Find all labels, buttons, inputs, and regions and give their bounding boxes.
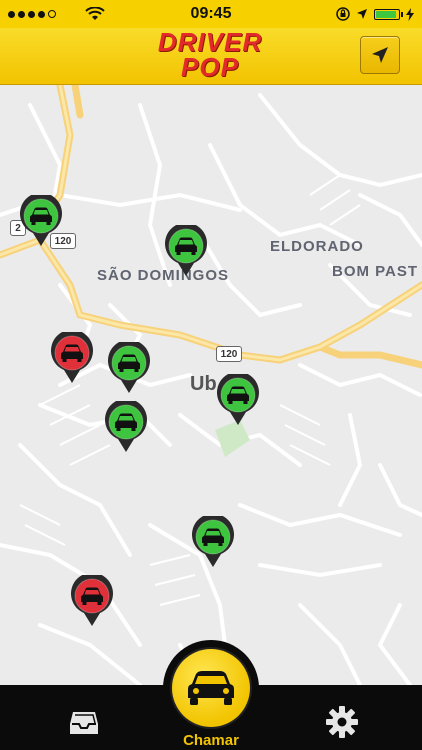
location-services-icon (357, 9, 367, 19)
map-view[interactable]: ELDORADO SÃO DOMINGOS BOM PAST Ub 120 12… (0, 85, 422, 685)
car-marker-icon (20, 192, 62, 246)
tab-inbox[interactable] (62, 705, 106, 741)
driver-pin-available[interactable] (107, 339, 151, 394)
car-marker-icon (51, 329, 93, 383)
car-marker-icon (71, 572, 113, 626)
inbox-icon (70, 712, 98, 734)
map-label-bom-pastor: BOM PAST (332, 263, 419, 280)
car-marker-icon (105, 398, 147, 452)
car-icon (188, 671, 234, 705)
driver-pin-available[interactable] (104, 398, 148, 453)
call-driver-button[interactable] (163, 640, 259, 736)
driver-pin-available[interactable] (191, 513, 235, 568)
gear-icon (326, 706, 358, 738)
car-marker-icon (217, 371, 259, 425)
charging-icon (406, 7, 414, 21)
driver-pin-busy[interactable] (70, 572, 114, 627)
road-shield: 120 (216, 346, 242, 362)
driver-pop-logo: DRIVER POP (157, 27, 263, 82)
status-bar: 09:45 (0, 0, 422, 28)
call-button-face[interactable] (172, 649, 250, 727)
map-label-eldorado: ELDORADO (270, 238, 364, 255)
call-button-label: Chamar (183, 732, 239, 749)
car-marker-icon (165, 222, 207, 276)
driver-pin-available[interactable] (164, 222, 208, 277)
map-label-sao-domingos: SÃO DOMINGOS (97, 267, 230, 284)
car-marker-icon (192, 513, 234, 567)
locate-me-button[interactable] (360, 36, 400, 74)
orientation-lock-icon (336, 7, 350, 21)
status-time: 09:45 (190, 5, 232, 22)
driver-pin-available[interactable] (19, 192, 63, 247)
car-marker-icon (108, 339, 150, 393)
wifi-icon (85, 7, 105, 20)
battery-icon (374, 8, 403, 20)
tab-settings[interactable] (320, 703, 364, 741)
app-header: DRIVER POP (0, 28, 422, 85)
signal-strength-icon (8, 7, 105, 21)
driver-pin-busy[interactable] (50, 329, 94, 384)
driver-pin-available[interactable] (216, 371, 260, 426)
map-label-uba: Ub (190, 373, 217, 395)
location-arrow-icon (372, 47, 388, 63)
